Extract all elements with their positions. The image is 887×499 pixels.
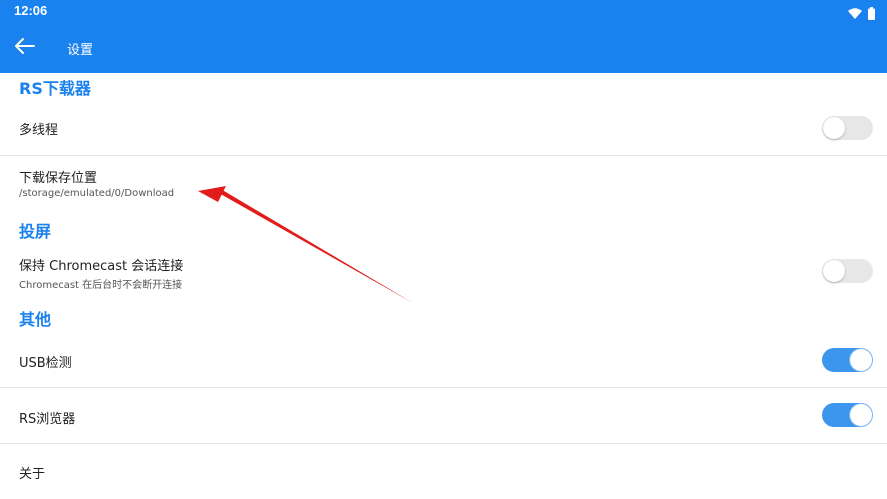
setting-title: 多线程: [19, 123, 59, 138]
status-icons: [848, 5, 875, 24]
setting-title: 保持 Chromecast 会话连接: [19, 259, 184, 274]
setting-row-multithread[interactable]: 多线程: [0, 101, 887, 155]
setting-row-about[interactable]: 关于: [0, 444, 887, 499]
setting-row-usb-detect[interactable]: USB检测: [0, 332, 887, 387]
setting-title: USB检测: [19, 356, 72, 371]
toggle-knob: [850, 404, 872, 426]
page-title: 设置: [67, 43, 94, 58]
setting-row-rs-browser[interactable]: RS浏览器: [0, 388, 887, 443]
settings-screen: 12:06 设置 RS下载器 多线程 下载保存位置 /storage/emula…: [0, 0, 887, 499]
section-header-downloader: RS下载器: [19, 79, 91, 98]
setting-row-keep-chromecast[interactable]: 保持 Chromecast 会话连接 Chromecast 在后台时不会断开连接: [0, 245, 887, 300]
keep-chromecast-toggle[interactable]: [822, 259, 873, 283]
section-header-cast: 投屏: [19, 222, 52, 241]
app-bar: 设置: [0, 24, 887, 73]
toggle-knob: [850, 349, 872, 371]
back-button[interactable]: [10, 34, 40, 62]
setting-title: 下载保存位置: [19, 171, 98, 186]
toggle-knob: [823, 260, 845, 282]
usb-detect-toggle[interactable]: [822, 348, 873, 372]
setting-title: 关于: [19, 467, 46, 482]
setting-subtitle: /storage/emulated/0/Download: [19, 188, 175, 199]
battery-icon: [868, 5, 875, 24]
arrow-left-icon: [14, 37, 36, 59]
multithread-toggle[interactable]: [822, 116, 873, 140]
toggle-knob: [823, 117, 845, 139]
rs-browser-toggle[interactable]: [822, 403, 873, 427]
status-time: 12:06: [14, 3, 48, 18]
setting-row-save-location[interactable]: 下载保存位置 /storage/emulated/0/Download: [0, 156, 887, 211]
section-header-other: 其他: [19, 310, 52, 329]
setting-subtitle: Chromecast 在后台时不会断开连接: [19, 280, 183, 291]
setting-title: RS浏览器: [19, 412, 76, 427]
status-bar: 12:06: [0, 0, 887, 24]
wifi-icon: [848, 5, 862, 24]
settings-list: RS下载器 多线程 下载保存位置 /storage/emulated/0/Dow…: [0, 73, 887, 499]
